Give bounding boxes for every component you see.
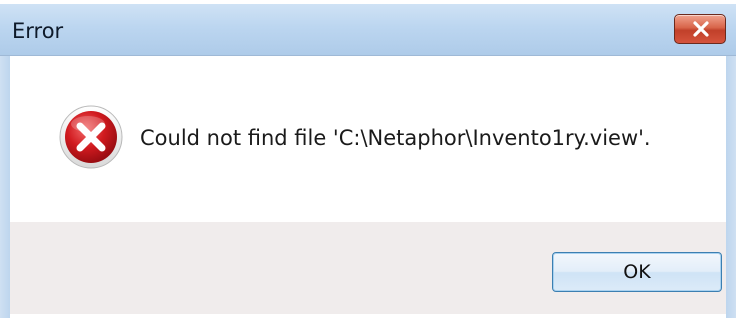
error-message: Could not find file 'C:\Netaphor\Invento…: [140, 126, 651, 150]
window-frame-left: [0, 56, 10, 318]
close-button[interactable]: [674, 14, 726, 44]
close-x-icon: [693, 21, 709, 37]
error-icon: [59, 105, 123, 169]
dialog-content: Could not find file 'C:\Netaphor\Invento…: [10, 56, 726, 222]
dialog-footer: OK: [10, 222, 726, 314]
window-frame-right: [726, 56, 736, 318]
error-dialog: Error Could not find file 'C:\Netaphor\I…: [0, 4, 736, 318]
window-title: Error: [12, 19, 64, 43]
ok-button[interactable]: OK: [552, 252, 722, 292]
title-bar[interactable]: Error: [0, 4, 736, 56]
